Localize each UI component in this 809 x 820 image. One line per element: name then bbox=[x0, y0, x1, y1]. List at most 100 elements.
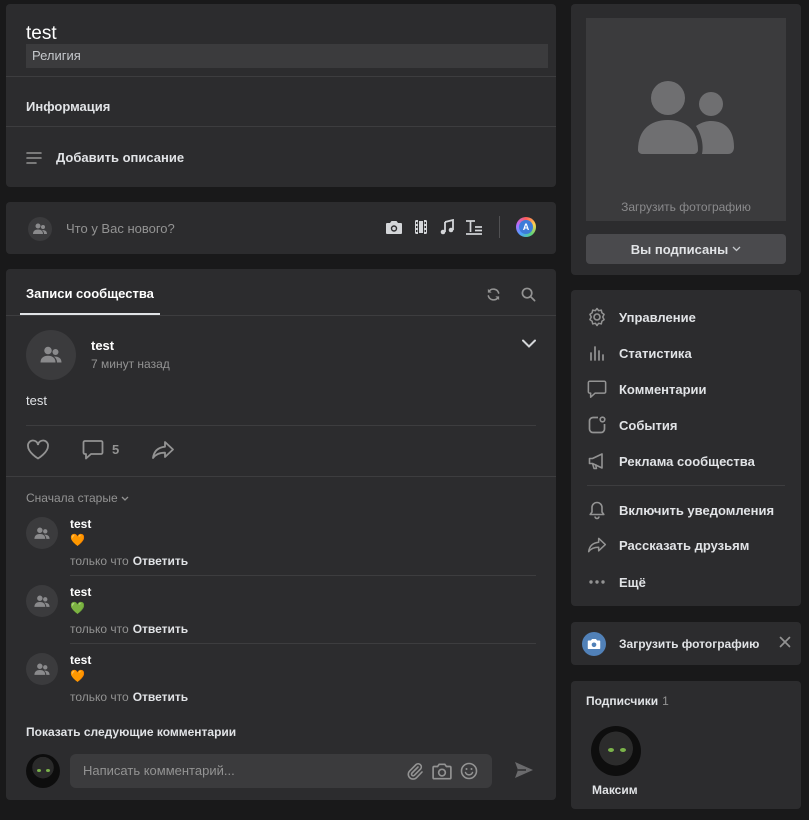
comments-button[interactable]: 5 bbox=[82, 439, 119, 460]
divider bbox=[499, 216, 500, 238]
comment-icon bbox=[82, 439, 104, 460]
chevron-down-icon[interactable] bbox=[522, 339, 536, 348]
group-avatar-icon bbox=[34, 595, 50, 608]
camera-icon bbox=[582, 632, 606, 656]
post-author-avatar[interactable] bbox=[26, 330, 76, 380]
share-button[interactable] bbox=[151, 440, 175, 460]
subscribers-title[interactable]: Подписчики 1 bbox=[586, 694, 669, 708]
divider bbox=[6, 126, 556, 127]
add-description-button[interactable]: Добавить описание bbox=[26, 150, 184, 165]
add-description-label: Добавить описание bbox=[56, 150, 185, 165]
divider bbox=[26, 425, 536, 426]
composer-tools: A bbox=[385, 216, 536, 238]
upload-photo-label: Загрузить фотографию bbox=[619, 637, 760, 651]
group-avatar-icon bbox=[39, 346, 63, 364]
menu-item-comments[interactable]: Комментарии bbox=[587, 379, 707, 399]
comment-author-name[interactable]: test bbox=[70, 653, 91, 667]
divider bbox=[6, 76, 556, 77]
search-icon[interactable] bbox=[521, 287, 536, 302]
subscribed-button[interactable]: Вы подписаны bbox=[586, 234, 786, 264]
upload-photo-banner[interactable]: Загрузить фотографию bbox=[571, 622, 801, 665]
reply-button[interactable]: Ответить bbox=[133, 622, 188, 636]
show-more-comments-link[interactable]: Показать следующие комментарии bbox=[26, 725, 236, 739]
menu-item-label: Комментарии bbox=[619, 381, 707, 397]
comment-author-avatar[interactable] bbox=[26, 653, 58, 685]
ai-assistant-button[interactable]: A bbox=[516, 217, 536, 237]
menu-item-label: Статистика bbox=[619, 345, 692, 361]
tab-community-posts[interactable]: Записи сообщества bbox=[20, 283, 160, 315]
post-composer[interactable]: Что у Вас нового? A bbox=[6, 202, 556, 254]
cat-eye bbox=[620, 748, 626, 752]
events-icon bbox=[587, 415, 607, 435]
music-icon[interactable] bbox=[439, 219, 455, 235]
more-icon bbox=[587, 572, 607, 592]
send-icon[interactable] bbox=[514, 761, 534, 779]
post-timestamp[interactable]: 7 минут назад bbox=[91, 357, 170, 371]
post-actions: 5 bbox=[26, 439, 207, 460]
comment-author-name[interactable]: test bbox=[70, 517, 91, 531]
comment-author-avatar[interactable] bbox=[26, 517, 58, 549]
composer-placeholder[interactable]: Что у Вас нового? bbox=[66, 221, 175, 236]
cat-eye bbox=[37, 769, 41, 772]
menu-item-notifications[interactable]: Включить уведомления bbox=[587, 500, 774, 520]
bell-icon bbox=[587, 500, 607, 520]
comment-time[interactable]: только что bbox=[70, 690, 129, 704]
post-text: test bbox=[26, 393, 47, 408]
comment-text: 💚 bbox=[70, 601, 85, 615]
comment-meta: только что Ответить bbox=[70, 622, 188, 636]
refresh-icon[interactable] bbox=[486, 287, 501, 302]
subscribers-card: Подписчики 1 Максим bbox=[571, 681, 801, 809]
group-avatar-icon bbox=[34, 663, 50, 676]
subscribers-title-label: Подписчики bbox=[586, 694, 659, 708]
menu-item-manage[interactable]: Управление bbox=[587, 307, 696, 327]
comment-item: test 🧡 только что Ответить bbox=[26, 653, 536, 713]
menu-item-more[interactable]: Ещё bbox=[587, 572, 646, 592]
share-icon bbox=[587, 536, 607, 554]
menu-item-label: Реклама сообщества bbox=[619, 453, 755, 469]
menu-item-events[interactable]: События bbox=[587, 415, 677, 435]
post-author-name[interactable]: test bbox=[91, 338, 114, 353]
reply-button[interactable]: Ответить bbox=[133, 690, 188, 704]
comment-input-placeholder[interactable]: Написать комментарий... bbox=[83, 763, 235, 778]
comment-meta: только что Ответить bbox=[70, 554, 188, 568]
divider bbox=[587, 485, 785, 486]
paperclip-icon[interactable] bbox=[406, 762, 424, 780]
menu-item-stats[interactable]: Статистика bbox=[587, 343, 692, 363]
group-photo-placeholder[interactable]: Загрузить фотографию bbox=[586, 18, 786, 221]
comment-time[interactable]: только что bbox=[70, 554, 129, 568]
wall-tools bbox=[486, 287, 536, 302]
emoji-icon[interactable] bbox=[460, 762, 478, 780]
comment-sort-dropdown[interactable]: Сначала старые bbox=[26, 491, 129, 505]
close-icon[interactable] bbox=[779, 636, 791, 648]
reply-button[interactable]: Ответить bbox=[133, 554, 188, 568]
camera-icon[interactable] bbox=[432, 762, 452, 780]
group-avatar-icon bbox=[638, 78, 734, 154]
menu-item-tell-friends[interactable]: Рассказать друзьям bbox=[587, 536, 749, 554]
my-avatar[interactable] bbox=[26, 754, 60, 788]
chevron-down-icon bbox=[732, 246, 741, 252]
comment-author-avatar[interactable] bbox=[26, 585, 58, 617]
cat-eye bbox=[608, 748, 614, 752]
menu-item-label: Управление bbox=[619, 309, 696, 325]
community-wall: Записи сообщества test 7 минут назад tes… bbox=[6, 269, 556, 800]
group-avatar-icon bbox=[34, 527, 50, 540]
menu-item-label: События bbox=[619, 417, 678, 433]
divider bbox=[70, 575, 536, 576]
info-link[interactable]: Информация bbox=[26, 99, 110, 114]
comment-item: test 🧡 только что Ответить bbox=[26, 517, 536, 577]
menu-item-ads[interactable]: Реклама сообщества bbox=[587, 451, 755, 471]
comment-time[interactable]: только что bbox=[70, 622, 129, 636]
subscriber-avatar[interactable] bbox=[591, 726, 641, 776]
comment-input-tools bbox=[406, 762, 478, 780]
upload-photo-link[interactable]: Загрузить фотографию bbox=[586, 200, 786, 214]
megaphone-icon bbox=[587, 451, 607, 471]
film-icon[interactable] bbox=[413, 219, 429, 235]
like-button[interactable] bbox=[26, 439, 50, 460]
divider bbox=[70, 643, 536, 644]
comment-author-name[interactable]: test bbox=[70, 585, 91, 599]
group-status-field[interactable]: Религия bbox=[26, 44, 548, 68]
chevron-down-icon bbox=[121, 496, 129, 501]
text-format-icon[interactable] bbox=[465, 219, 483, 235]
camera-icon[interactable] bbox=[385, 220, 403, 235]
subscriber-name[interactable]: Максим bbox=[592, 783, 638, 797]
